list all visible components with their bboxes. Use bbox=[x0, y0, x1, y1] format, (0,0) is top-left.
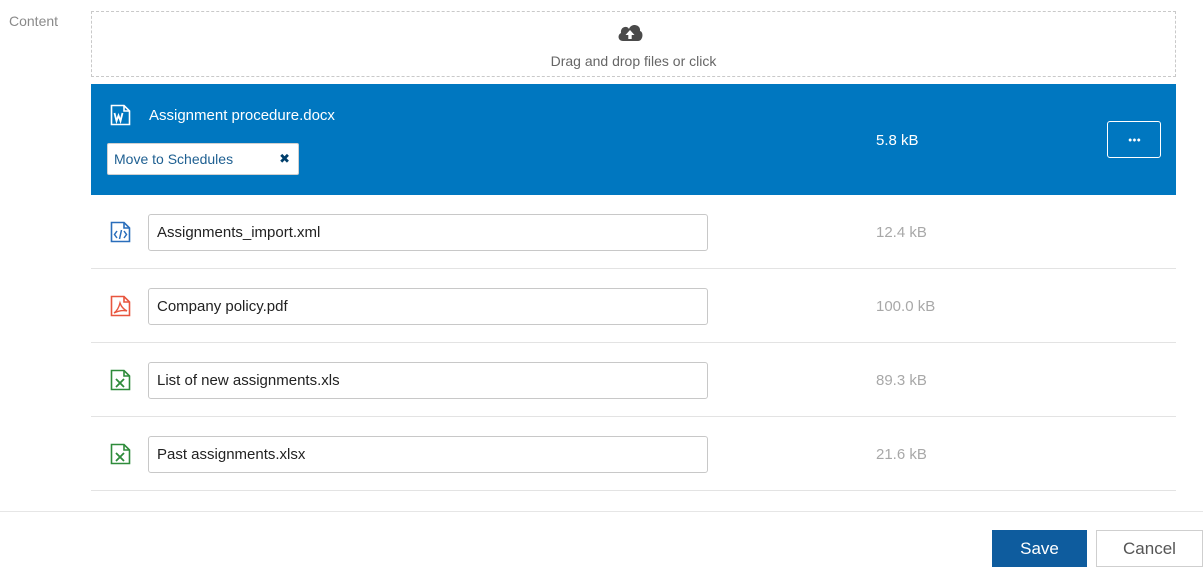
file-name: Assignment procedure.docx bbox=[149, 107, 335, 124]
file-name-input[interactable] bbox=[148, 288, 708, 325]
file-row: 100.0 kB bbox=[91, 269, 1176, 343]
close-icon[interactable]: ✖ bbox=[279, 151, 290, 167]
file-row: 89.3 kB bbox=[91, 343, 1176, 417]
excel-file-icon bbox=[110, 369, 131, 391]
file-row-partial bbox=[91, 491, 1176, 508]
file-size: 5.8 kB bbox=[876, 132, 919, 149]
dropzone-text: Drag and drop files or click bbox=[550, 53, 717, 69]
file-size: 89.3 kB bbox=[876, 372, 927, 389]
file-row-selected[interactable]: Assignment procedure.docx Move to Schedu… bbox=[91, 84, 1176, 195]
file-dropzone[interactable]: Drag and drop files or click bbox=[91, 11, 1176, 77]
cancel-button[interactable]: Cancel bbox=[1096, 530, 1203, 567]
footer-divider bbox=[0, 511, 1203, 512]
content-field-label: Content bbox=[9, 13, 59, 29]
ellipsis-icon bbox=[1128, 138, 1141, 142]
file-name-input[interactable] bbox=[148, 214, 708, 251]
save-button[interactable]: Save bbox=[992, 530, 1087, 567]
file-name-input[interactable] bbox=[148, 362, 708, 399]
file-name-input[interactable] bbox=[148, 436, 708, 473]
xml-file-icon bbox=[110, 221, 131, 243]
more-options-button[interactable] bbox=[1107, 121, 1161, 158]
file-row: 12.4 kB bbox=[91, 195, 1176, 269]
move-to-schedules-tag: Move to Schedules ✖ bbox=[107, 143, 299, 175]
tag-label: Move to Schedules bbox=[114, 151, 234, 167]
file-size: 100.0 kB bbox=[876, 298, 936, 315]
cloud-upload-icon bbox=[618, 25, 643, 41]
pdf-file-icon bbox=[110, 295, 131, 317]
file-row: 21.6 kB bbox=[91, 417, 1176, 491]
excel-file-icon bbox=[110, 443, 131, 465]
file-size: 12.4 kB bbox=[876, 224, 927, 241]
file-size: 21.6 kB bbox=[876, 446, 927, 463]
word-file-icon bbox=[110, 104, 131, 126]
file-list: Assignment procedure.docx Move to Schedu… bbox=[91, 84, 1176, 508]
